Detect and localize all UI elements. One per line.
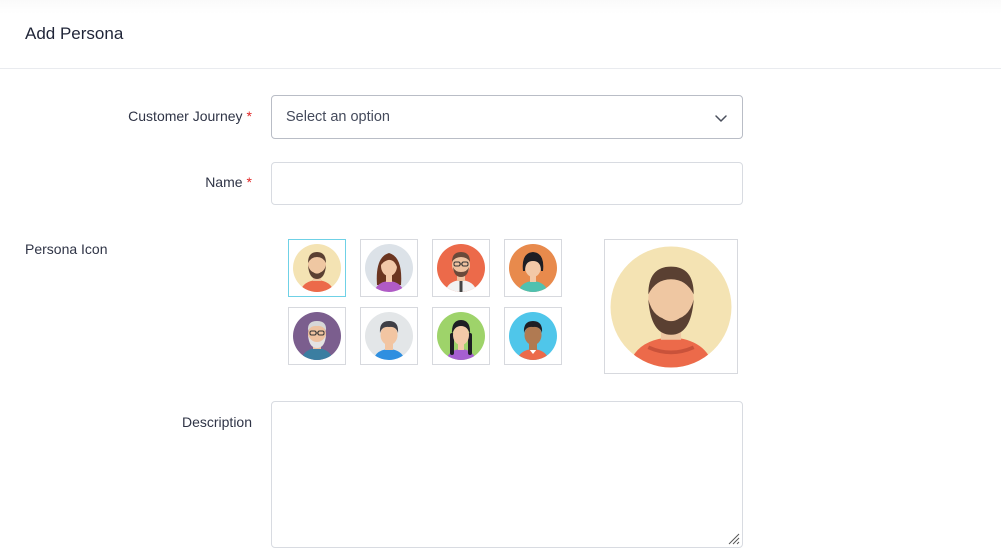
persona-option-3[interactable] <box>432 239 490 297</box>
required-mark: * <box>246 174 252 190</box>
resize-grip-icon[interactable] <box>728 533 740 545</box>
persona-option-4[interactable] <box>504 239 562 297</box>
persona-icon-preview <box>604 239 738 374</box>
description-label: Description <box>181 414 252 430</box>
name-label-text: Name <box>205 174 243 190</box>
persona-option-1[interactable] <box>288 239 346 297</box>
elderly-man-avatar-icon <box>293 312 341 360</box>
customer-journey-label-text: Customer Journey <box>128 108 243 124</box>
page-header: Add Persona <box>0 0 1001 69</box>
persona-option-8[interactable] <box>504 307 562 365</box>
name-input[interactable] <box>271 162 743 205</box>
persona-option-5[interactable] <box>288 307 346 365</box>
name-label: Name * <box>205 174 252 190</box>
bearded-man-avatar-icon <box>610 246 732 367</box>
customer-journey-select[interactable]: Select an option <box>271 95 743 139</box>
man-with-glasses-avatar-icon <box>437 244 485 292</box>
select-placeholder: Select an option <box>286 109 390 125</box>
page-title: Add Persona <box>25 24 124 43</box>
persona-icon-label: Persona Icon <box>25 241 108 257</box>
persona-option-7[interactable] <box>432 307 490 365</box>
chevron-down-icon <box>715 115 727 122</box>
required-mark: * <box>246 108 252 124</box>
persona-option-2[interactable] <box>360 239 418 297</box>
woman-with-braids-avatar-icon <box>437 312 485 360</box>
long-haired-woman-avatar-icon <box>365 244 413 292</box>
persona-option-6[interactable] <box>360 307 418 365</box>
woman-with-bob-avatar-icon <box>509 244 557 292</box>
dark-skinned-man-avatar-icon <box>509 312 557 360</box>
description-textarea[interactable] <box>271 401 743 548</box>
young-man-avatar-icon <box>365 312 413 360</box>
customer-journey-label: Customer Journey * <box>128 108 252 124</box>
bearded-man-avatar-icon <box>293 244 341 292</box>
